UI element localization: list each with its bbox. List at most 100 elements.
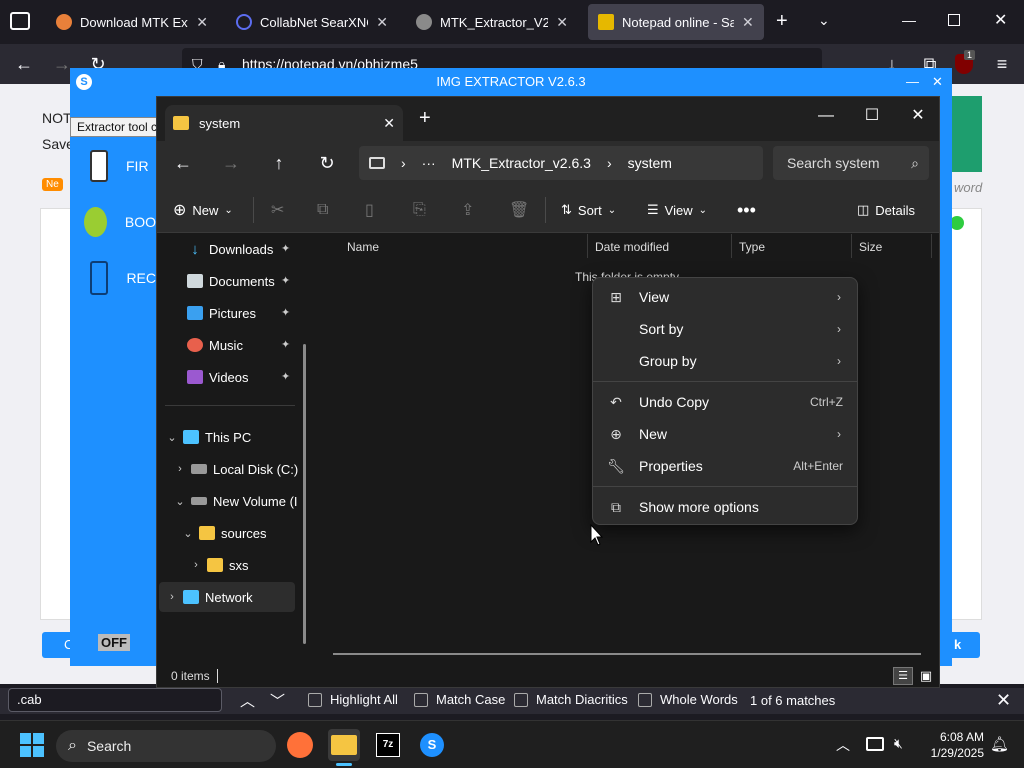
more-options-icon[interactable]: •••	[737, 195, 756, 225]
chevron-down-icon[interactable]: ⌄	[175, 495, 185, 508]
match-case-checkbox[interactable]: Match Case	[414, 692, 505, 707]
menu-item-firmware[interactable]: FIR	[70, 138, 156, 194]
nav-item-this-pc[interactable]: ⌄ This PC	[167, 422, 251, 452]
column-header-date-modified[interactable]: Date modified	[595, 240, 669, 254]
chevron-right-icon[interactable]: ›	[167, 591, 177, 603]
close-tab-icon[interactable]: ✕	[383, 115, 395, 132]
tab-list-icon[interactable]	[10, 12, 30, 30]
menu-item-sort-by[interactable]: Sort by ›	[597, 313, 855, 345]
tab-mtk-extractor-zip[interactable]: MTK_Extractor_V2.6.3.zi ✕	[406, 4, 578, 40]
pin-icon[interactable]: ✦	[281, 306, 290, 319]
show-hidden-icons-chevron-icon[interactable]: ︿	[836, 735, 850, 755]
menu-item-view[interactable]: ⊞ View ›	[597, 281, 855, 313]
column-divider[interactable]	[587, 234, 588, 258]
list-all-tabs-icon[interactable]: ⌄	[818, 12, 830, 29]
nav-item-local-disk[interactable]: › Local Disk (C:)	[175, 454, 298, 484]
view-button[interactable]: ☰ View ⌄	[647, 195, 707, 225]
find-input[interactable]: .cab	[8, 688, 222, 712]
file-explorer-taskbar-button[interactable]	[328, 729, 360, 766]
windows-start-icon[interactable]	[20, 733, 44, 757]
menu-item-show-more-options[interactable]: ⧉ Show more options	[597, 491, 855, 523]
close-window-icon[interactable]: ✕	[994, 10, 1007, 30]
volume-muted-icon[interactable]: 🔇︎	[894, 735, 903, 752]
new-button[interactable]: ⊕ New ⌄	[173, 195, 233, 225]
restore-icon[interactable]	[948, 14, 960, 26]
details-button[interactable]: ◫ Details	[857, 195, 915, 225]
up-icon[interactable]: ↑	[267, 151, 291, 175]
breadcrumb-item[interactable]: system	[628, 155, 672, 171]
sort-button[interactable]: ⇅ Sort ⌄	[561, 195, 616, 225]
nav-item-new-volume[interactable]: ⌄ New Volume (I	[175, 486, 297, 516]
whole-words-checkbox[interactable]: Whole Words	[638, 692, 738, 707]
pin-icon[interactable]: ✦	[281, 274, 290, 287]
match-diacritics-checkbox[interactable]: Match Diacritics	[514, 692, 628, 707]
7zip-taskbar-button[interactable]: 7z	[372, 729, 404, 761]
close-tab-icon[interactable]: ✕	[742, 14, 754, 31]
close-tab-icon[interactable]: ✕	[556, 14, 568, 31]
nav-item-downloads[interactable]: ↓ Downloads	[187, 234, 273, 264]
address-field[interactable]: › ··· MTK_Extractor_v2.6.3 › system	[359, 146, 763, 180]
explorer-tab-system[interactable]: system ✕	[165, 105, 403, 141]
tab-download-mtk[interactable]: Download MTK Extract ✕	[46, 4, 218, 40]
column-header-name[interactable]: Name	[347, 240, 379, 254]
notification-bell-icon[interactable]: 🔔︎	[990, 735, 1009, 753]
back-icon[interactable]: ←	[12, 52, 36, 76]
highlight-all-checkbox[interactable]: Highlight All	[308, 692, 398, 707]
cut-icon[interactable]: ✂	[271, 195, 284, 225]
img-extractor-minimize-icon[interactable]: —	[906, 68, 919, 96]
toggle-off-label[interactable]: OFF	[98, 634, 130, 651]
find-previous-icon[interactable]: ︿	[240, 690, 255, 711]
close-window-icon[interactable]: ✕	[895, 101, 941, 131]
taskbar-search-box[interactable]: ⌕ Search	[56, 730, 276, 762]
img-extractor-taskbar-button[interactable]: S	[416, 729, 448, 761]
close-tab-icon[interactable]: ✕	[196, 14, 208, 31]
pin-icon[interactable]: ✦	[281, 370, 290, 383]
menu-item-recovery[interactable]: REC	[70, 250, 156, 306]
pin-icon[interactable]: ✦	[281, 338, 290, 351]
nav-item-music[interactable]: Music	[187, 330, 243, 360]
app-menu-icon[interactable]: ≡	[990, 52, 1014, 76]
minimize-icon[interactable]: —	[803, 101, 849, 131]
delete-icon[interactable]: 🗑︎	[509, 195, 529, 225]
nav-item-videos[interactable]: Videos	[187, 362, 249, 392]
chevron-right-icon[interactable]: ›	[191, 559, 201, 571]
menu-item-boot[interactable]: BOO	[70, 194, 156, 250]
nav-item-pictures[interactable]: Pictures	[187, 298, 256, 328]
menu-item-group-by[interactable]: Group by ›	[597, 345, 855, 377]
new-tab-icon[interactable]: +	[419, 107, 431, 130]
column-divider[interactable]	[731, 234, 732, 258]
new-tab-icon[interactable]: +	[776, 10, 788, 33]
close-tab-icon[interactable]: ✕	[376, 14, 388, 31]
chevron-right-icon[interactable]: ›	[175, 463, 185, 475]
column-header-size[interactable]: Size	[859, 240, 882, 254]
minimize-icon[interactable]: —	[902, 12, 916, 28]
column-header-type[interactable]: Type	[739, 240, 765, 254]
column-divider[interactable]	[931, 234, 932, 258]
firefox-taskbar-button[interactable]	[284, 729, 316, 761]
more-dots-icon[interactable]: ···	[422, 155, 436, 171]
chevron-down-icon[interactable]: ⌄	[183, 527, 193, 540]
share-icon[interactable]: ⇪	[461, 195, 474, 225]
tab-collabnet-searxng[interactable]: CollabNet SearXNG ✕	[226, 4, 398, 40]
find-next-icon[interactable]: ﹀	[270, 690, 285, 711]
paste-icon[interactable]: ▯	[365, 195, 374, 225]
system-clock[interactable]: 6:08 AM 1/29/2025	[920, 729, 984, 761]
breadcrumb-item[interactable]: MTK_Extractor_v2.6.3	[452, 155, 591, 171]
pin-icon[interactable]: ✦	[281, 242, 290, 255]
nav-scrollbar[interactable]	[303, 344, 306, 644]
search-input[interactable]: Search system ⌕	[773, 146, 929, 180]
nav-item-sxs[interactable]: › sxs	[191, 550, 248, 580]
forward-icon[interactable]: →	[219, 151, 243, 175]
nav-item-documents[interactable]: Documents	[187, 266, 275, 296]
back-icon[interactable]: ←	[171, 151, 195, 175]
tiles-view-icon[interactable]: ▣	[917, 667, 935, 685]
menu-item-new[interactable]: ⊕ New ›	[597, 418, 855, 450]
details-view-icon[interactable]: ☰	[893, 667, 913, 685]
horizontal-scrollbar[interactable]	[333, 653, 921, 655]
refresh-icon[interactable]: ↻	[315, 151, 339, 175]
display-icon[interactable]	[866, 737, 884, 751]
rename-icon[interactable]: ⎘	[413, 195, 426, 225]
column-divider[interactable]	[851, 234, 852, 258]
maximize-icon[interactable]: ☐	[849, 101, 895, 131]
nav-item-network[interactable]: › Network	[159, 582, 295, 612]
